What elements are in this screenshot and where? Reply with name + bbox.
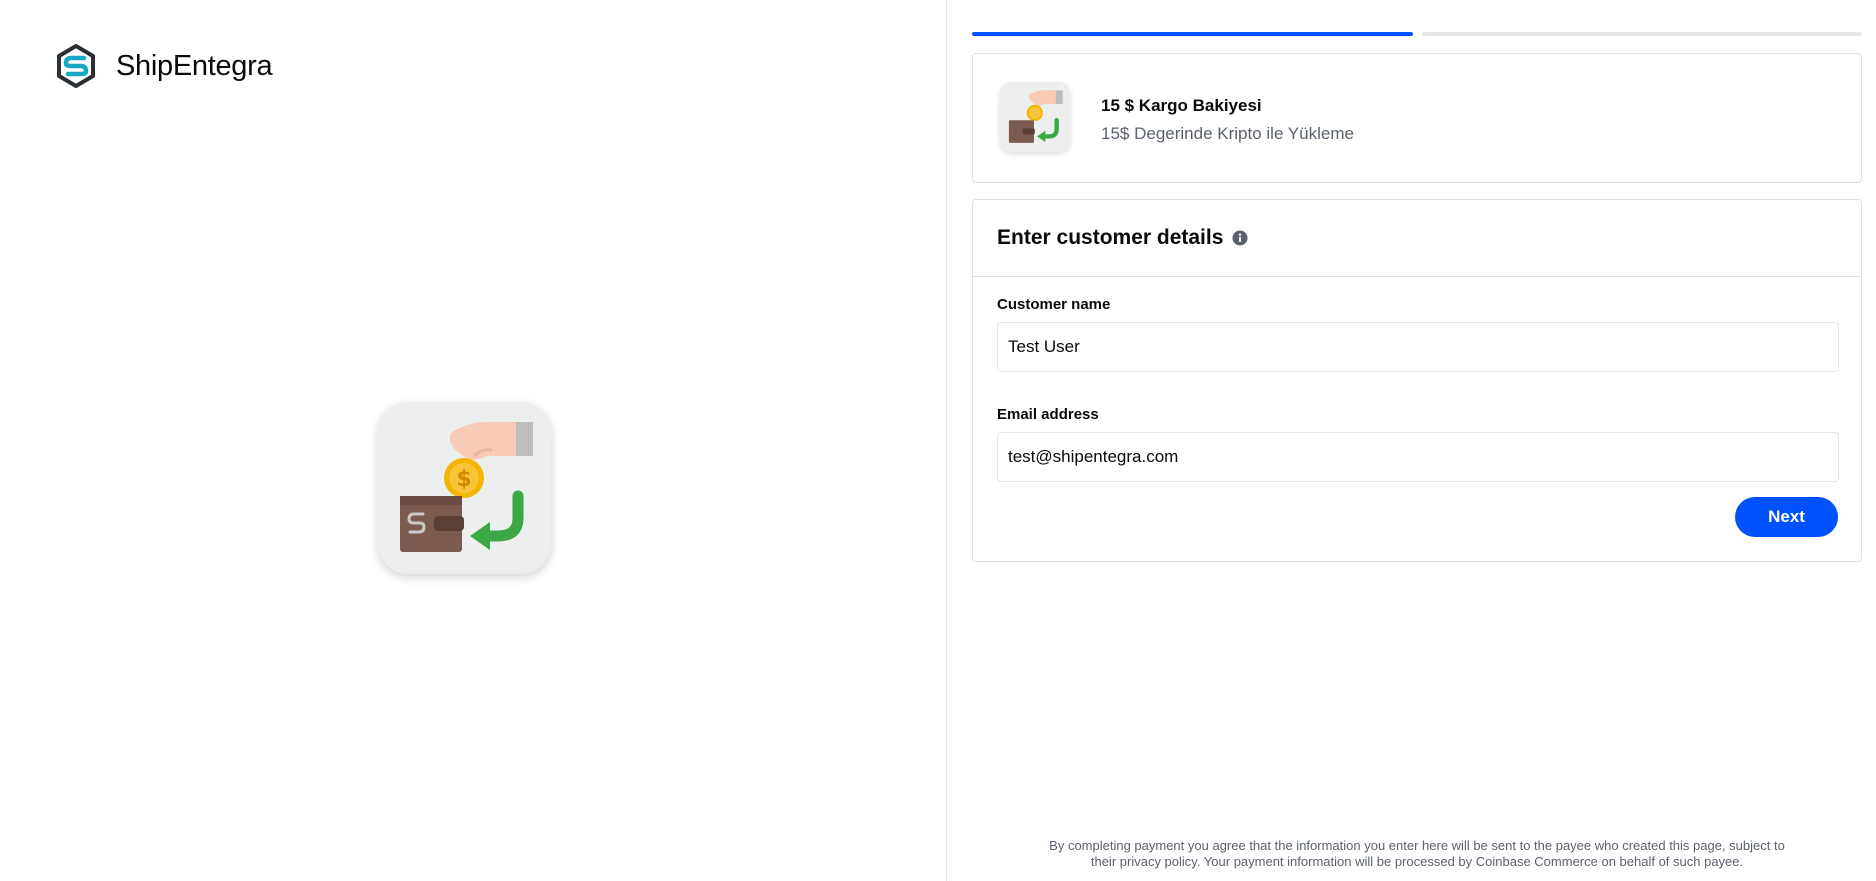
payment-disclaimer-line-1: By completing payment you agree that the…	[1049, 838, 1785, 853]
brand-name: ShipEntegra	[116, 49, 273, 82]
product-description: 15$ Degerinde Kripto ile Yükleme	[1101, 124, 1354, 143]
customer-name-input[interactable]	[997, 322, 1839, 372]
svg-text:$: $	[456, 467, 471, 492]
product-title: 15 $ Kargo Bakiyesi	[1101, 96, 1262, 115]
email-address-label: Email address	[997, 406, 1099, 423]
wallet-coin-transfer-icon	[1008, 90, 1063, 143]
customer-details-header: Enter customer details	[973, 200, 1861, 277]
step-progress-bar	[972, 32, 1862, 36]
customer-name-label: Customer name	[997, 296, 1111, 313]
info-icon[interactable]	[1232, 230, 1248, 246]
checkout-pane: 15 $ Kargo Bakiyesi 15$ Degerinde Kripto…	[948, 0, 1876, 881]
wallet-coin-transfer-icon: $	[400, 422, 533, 552]
merchant-pane: ShipEntegra $	[0, 0, 947, 881]
customer-details-card: Enter customer details Customer name Ema…	[972, 199, 1862, 562]
progress-step-1	[972, 32, 1413, 36]
payment-disclaimer: By completing payment you agree that the…	[972, 838, 1862, 870]
payment-disclaimer-line-2: their privacy policy. Your payment infor…	[1090, 854, 1744, 869]
product-thumbnail	[1000, 82, 1070, 152]
hero-product-image: $	[378, 402, 551, 574]
customer-details-title: Enter customer details	[997, 226, 1224, 249]
email-address-input[interactable]	[997, 432, 1839, 482]
progress-step-2	[1421, 32, 1862, 36]
shipentegra-logo-icon	[57, 44, 95, 88]
product-summary-card: 15 $ Kargo Bakiyesi 15$ Degerinde Kripto…	[972, 53, 1862, 183]
next-button[interactable]: Next	[1735, 497, 1838, 537]
brand: ShipEntegra	[54, 44, 273, 88]
